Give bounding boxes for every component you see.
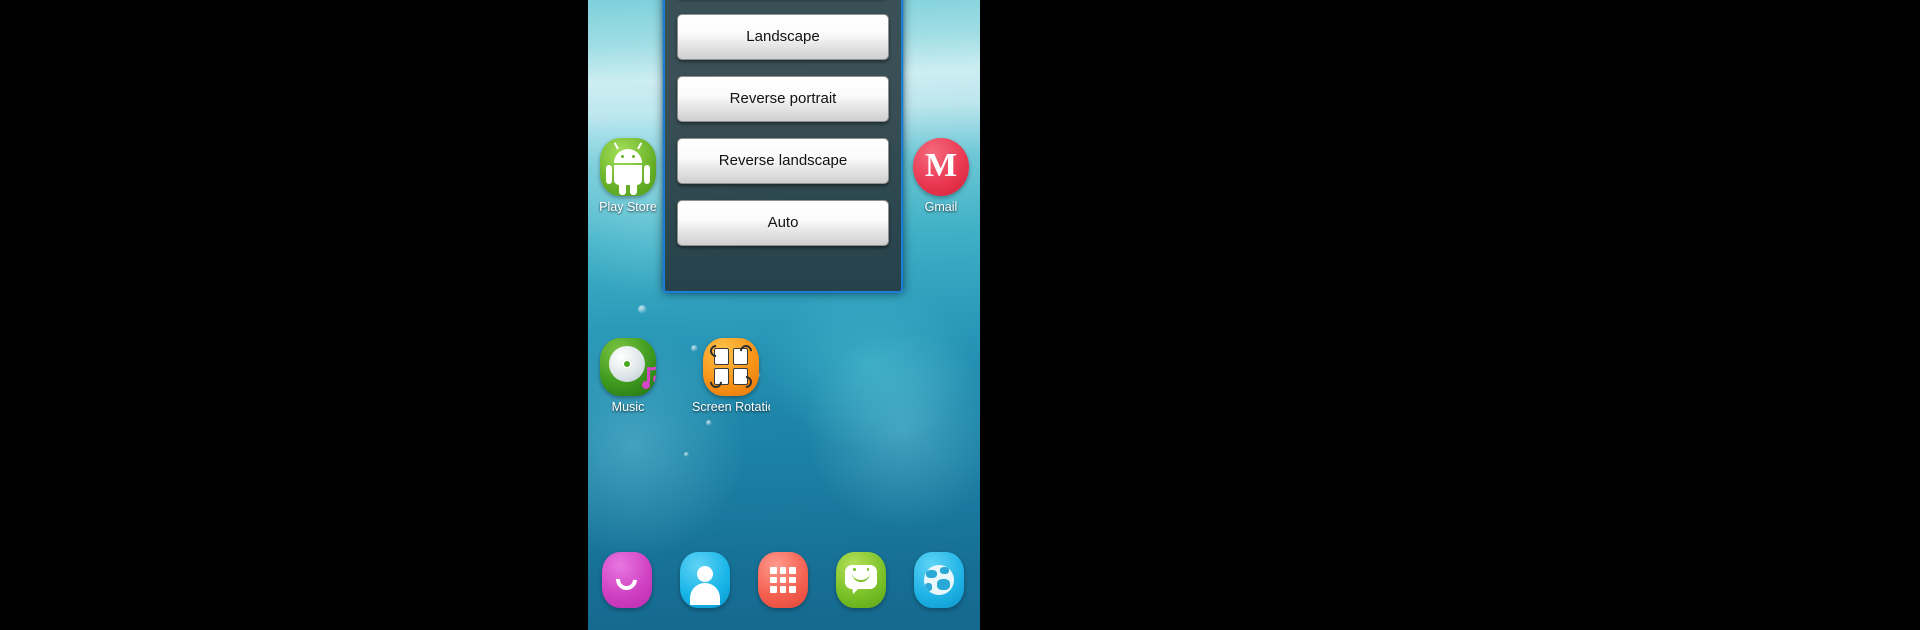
dialog-option-landscape[interactable]: Landscape [677,14,889,60]
person-icon-body [690,583,720,605]
gmail-m-icon: M [913,138,969,196]
app-grid-icon [770,567,796,593]
dock-item-browser[interactable] [914,552,964,608]
home-icon-label: Play Store [599,201,657,214]
globe-icon [924,565,954,595]
dock [588,538,980,630]
letterbox-left [0,0,588,630]
person-icon [697,566,713,582]
android-robot-icon [600,138,656,196]
dialog-option-auto[interactable]: Auto [677,200,889,246]
screenshot-canvas: Camera Gallery Play Store M Gmail [0,0,1920,630]
handset-icon [611,564,642,595]
wallpaper-bokeh [638,305,647,314]
screen-rotation-icon [703,338,759,396]
wallpaper-bokeh [706,420,712,426]
screen-rotation-dialog: Portrait Landscape Reverse portrait Reve… [663,0,903,293]
dialog-option-reverse-portrait[interactable]: Reverse portrait [677,76,889,122]
home-icon-gmail[interactable]: M Gmail [902,138,980,215]
wallpaper-glow [803,330,980,530]
home-icon-label: Music [611,401,645,414]
home-icon-play-store[interactable]: Play Store [589,138,667,215]
dock-item-apps[interactable] [758,552,808,608]
letterbox-right [980,0,1920,630]
dialog-option-reverse-landscape[interactable]: Reverse landscape [677,138,889,184]
dock-item-contacts[interactable] [680,552,730,608]
music-cd-note-icon [600,338,656,396]
dock-item-phone[interactable] [602,552,652,608]
home-icon-music[interactable]: Music [589,338,667,415]
wallpaper-bokeh [684,452,689,457]
home-icon-label: Screen Rotatio [692,401,770,414]
phone-screen: Camera Gallery Play Store M Gmail [588,0,980,630]
dock-item-messages[interactable] [836,552,886,608]
home-icon-label: Gmail [924,201,958,214]
home-icon-screen-rotation[interactable]: Screen Rotatio [692,338,770,415]
